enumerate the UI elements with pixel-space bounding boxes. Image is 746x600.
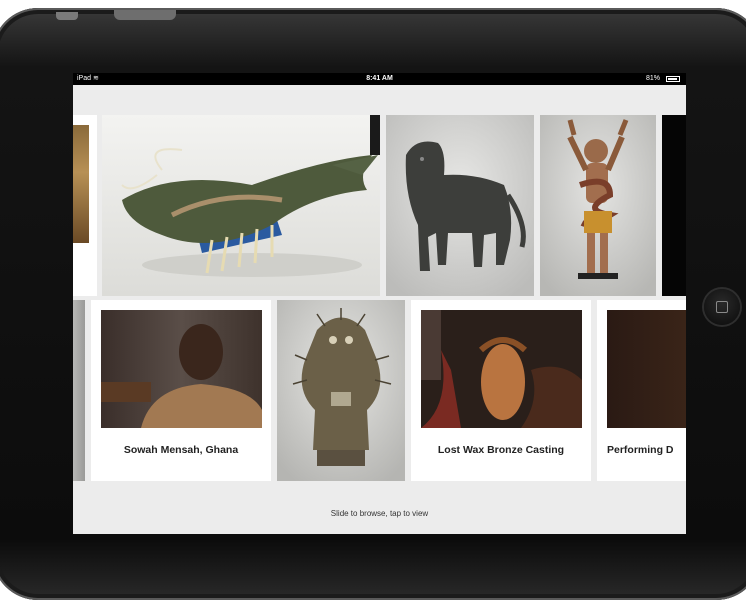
browse-hint: Slide to browse, tap to view	[330, 509, 429, 518]
leopard-sculpture[interactable]	[386, 115, 534, 296]
nail-figure-sculpture[interactable]	[277, 300, 405, 481]
lobster-image	[102, 115, 380, 296]
video-performing[interactable]: Performing D	[597, 300, 686, 481]
nail-figure-image	[277, 300, 405, 481]
video-sowah-mensah[interactable]: Sowah Mensah, Ghana	[91, 300, 271, 481]
video-lost-wax[interactable]: Lost Wax Bronze Casting	[411, 300, 591, 481]
video-caption: Sowah Mensah, Ghana	[123, 444, 239, 456]
partial-artwork-right[interactable]	[662, 115, 686, 296]
video-caption: Performing D	[607, 444, 674, 456]
battery-icon	[666, 76, 680, 82]
home-button[interactable]	[704, 289, 740, 325]
home-square-icon	[716, 301, 728, 313]
sleep-wake-button	[114, 10, 176, 20]
sowah-mensah-thumbnail	[101, 310, 262, 428]
volume-button	[56, 12, 78, 20]
lobster-sculpture[interactable]	[102, 115, 380, 296]
video-caption: Lost Wax Bronze Casting	[437, 444, 565, 456]
ipad-screen: iPad ≋ 8:41 AM 81% Sowah Mensah, Ghana L…	[73, 73, 686, 534]
leopard-image	[386, 115, 534, 296]
figure-with-snake-sculpture[interactable]	[540, 115, 656, 296]
partial-artwork-left[interactable]	[73, 115, 97, 296]
status-bar: iPad ≋ 8:41 AM 81%	[73, 73, 686, 85]
snake-figure-image	[540, 115, 656, 296]
lost-wax-thumbnail	[421, 310, 582, 428]
performing-thumbnail	[607, 310, 686, 428]
status-time: 8:41 AM	[366, 75, 393, 82]
partial-artwork-left-2[interactable]	[73, 300, 85, 481]
battery-percent: 81%	[645, 75, 660, 82]
